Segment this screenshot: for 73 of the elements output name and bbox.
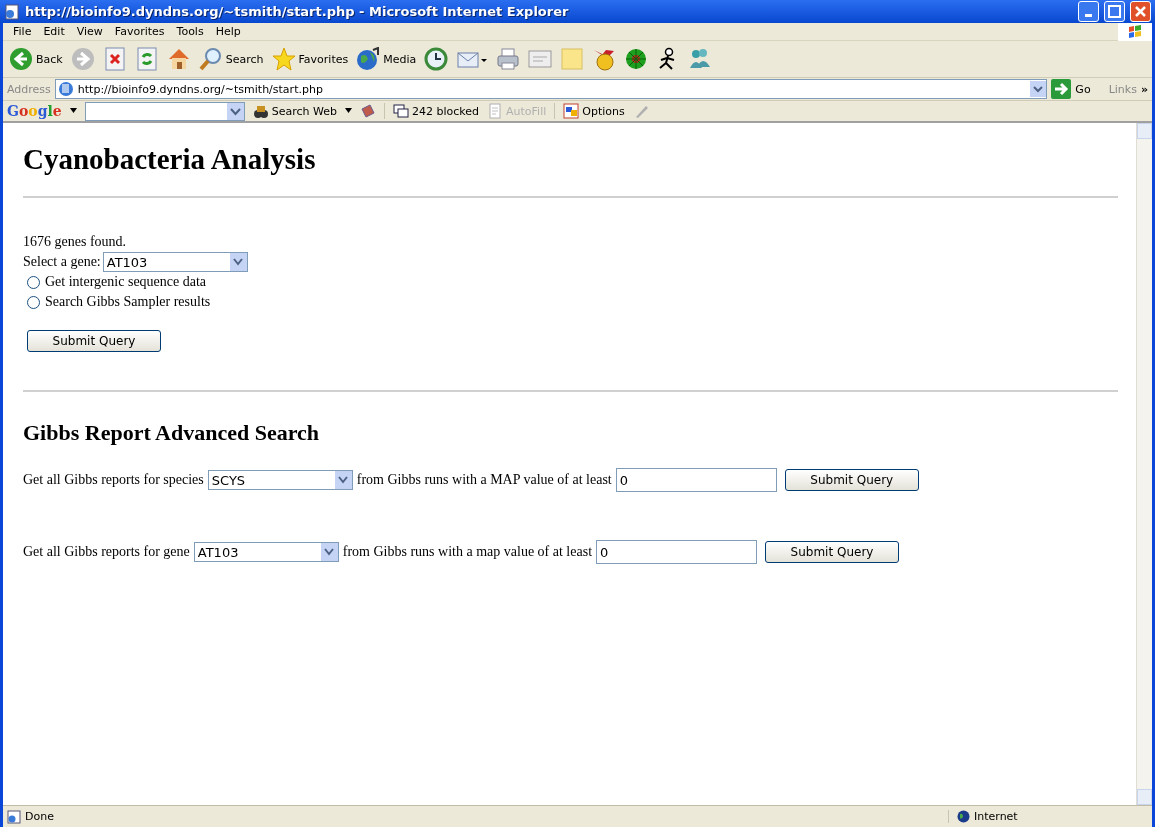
radio-label: Get intergenic sequence data xyxy=(45,274,207,290)
menu-item[interactable]: View xyxy=(70,25,109,38)
result-count: 1676 genes found. xyxy=(23,233,128,251)
refresh-icon[interactable] xyxy=(134,47,159,71)
options-button[interactable]: Options xyxy=(563,103,625,119)
dropdown[interactable]: SCYS xyxy=(207,470,353,490)
printer-icon[interactable] xyxy=(496,47,521,71)
go-button[interactable]: Go xyxy=(1051,79,1091,99)
address-field[interactable]: http://bioinfo9.dyndns.org/~tsmith/start.php xyxy=(54,79,1048,99)
value-field[interactable]: 0 xyxy=(596,540,757,564)
maximize-button[interactable] xyxy=(1104,1,1125,22)
query-text: Get all Gibbs reports for gene xyxy=(23,544,190,560)
section-heading: Gibbs Report Advanced Search xyxy=(23,420,320,446)
page-icon xyxy=(57,81,74,97)
stop-icon[interactable] xyxy=(102,47,127,71)
popup-blocker-button[interactable]: 242 blocked xyxy=(393,103,480,119)
query-text: Get all Gibbs reports for species xyxy=(23,472,204,488)
clock-icon[interactable] xyxy=(424,47,449,71)
windows-icon xyxy=(393,103,409,119)
globe-icon xyxy=(957,810,970,823)
search-icon xyxy=(198,47,223,71)
star-icon xyxy=(271,47,296,71)
address-label: Address xyxy=(7,82,51,96)
menu-item[interactable]: Edit xyxy=(37,25,71,38)
radio-button[interactable] xyxy=(27,295,40,309)
favorites-button[interactable]: Favorites xyxy=(271,47,349,71)
binoculars-icon xyxy=(252,103,269,119)
submit-button[interactable]: Submit Query xyxy=(784,469,919,491)
radio-label: Search Gibbs Sampler results xyxy=(45,294,211,310)
more-chevron[interactable]: » xyxy=(1140,82,1148,96)
url-text: http://bioinfo9.dyndns.org/~tsmith/start.php xyxy=(77,82,324,96)
window-title: http://bioinfo9.dyndns.org/~tsmith/start.php - Microsoft Internet Explorer xyxy=(25,4,570,19)
page-heading: Cyanobacteria Analysis xyxy=(23,143,317,176)
browser-page-icon xyxy=(4,3,20,20)
dropdown[interactable]: AT103 xyxy=(102,252,248,272)
form-icon xyxy=(487,103,504,119)
minimize-button[interactable] xyxy=(1078,1,1099,22)
windows-flag-icon xyxy=(1127,23,1143,40)
submit-button[interactable]: Submit Query xyxy=(27,330,161,352)
caret-icon[interactable] xyxy=(69,108,77,114)
menu-item[interactable]: Favorites xyxy=(108,25,171,38)
value-field[interactable]: 0 xyxy=(615,468,777,492)
search-web-button[interactable]: Search Web xyxy=(252,103,337,119)
caret-icon[interactable] xyxy=(345,108,352,114)
dropdown[interactable]: AT103 xyxy=(193,542,339,562)
page-icon xyxy=(7,809,21,824)
arrow-icon xyxy=(1051,79,1072,99)
menu-item[interactable]: Tools xyxy=(170,25,210,38)
menu-item[interactable]: Help xyxy=(209,25,247,38)
query-text: from Gibbs runs with a MAP value of at least xyxy=(356,472,612,488)
media-button[interactable]: Media xyxy=(356,47,417,71)
minimize-icon xyxy=(1085,14,1092,17)
search-button[interactable]: Search xyxy=(198,47,264,71)
maximize-icon xyxy=(1105,2,1124,21)
query-text: from Gibbs runs with a map value of at least xyxy=(342,544,592,560)
submit-button[interactable]: Submit Query xyxy=(765,541,899,563)
select-label: Select a gene: xyxy=(23,254,101,270)
tag-icon[interactable] xyxy=(360,103,376,119)
security-zone: Internet xyxy=(948,810,1148,823)
people-icon[interactable] xyxy=(688,47,713,71)
menu-item[interactable]: File xyxy=(7,25,38,38)
flower-icon[interactable] xyxy=(624,47,649,71)
status-text: Done xyxy=(25,810,55,823)
google-search-field[interactable] xyxy=(84,101,245,121)
chevron-down-icon xyxy=(338,476,349,484)
google-logo[interactable]: Google xyxy=(7,103,62,119)
chevron-down-icon xyxy=(233,258,244,266)
chevron-down-icon xyxy=(324,548,335,556)
close-button[interactable] xyxy=(1130,1,1151,22)
options-icon xyxy=(563,103,580,119)
globe-icon xyxy=(356,47,381,71)
back-button[interactable]: Back xyxy=(9,47,63,71)
radio-button[interactable] xyxy=(27,275,40,289)
